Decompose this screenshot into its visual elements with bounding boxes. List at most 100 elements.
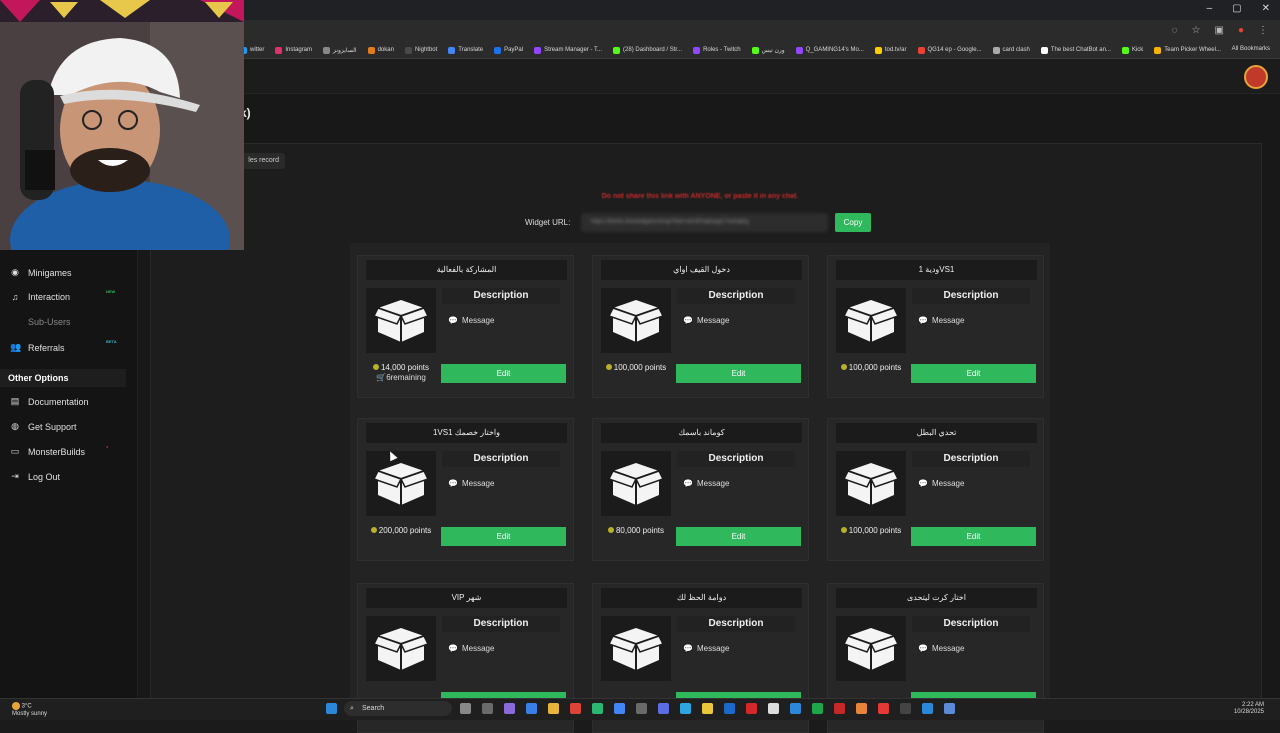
taskbar-app-icon[interactable] <box>504 703 515 714</box>
bookmark-item[interactable]: Team Picker Wheel... <box>1154 46 1221 54</box>
bookmark-item[interactable]: Instagram <box>275 46 312 54</box>
card-title: تحدي البطل <box>836 423 1037 443</box>
card-message: 💬 Message <box>683 644 729 653</box>
sidebar-item-label: Get Support <box>28 421 77 432</box>
tab-record[interactable]: les record <box>237 153 285 169</box>
sidebar-item-label: Referrals <box>28 342 65 353</box>
bookmark-label: السايزونز <box>333 47 357 54</box>
bookmark-favicon-icon <box>917 46 925 54</box>
taskbar-app-icon[interactable] <box>680 703 691 714</box>
bookmark-item[interactable]: PayPal <box>494 46 524 54</box>
bookmark-label: PayPal <box>504 47 524 53</box>
bookmark-item[interactable]: Translate <box>448 46 483 54</box>
bookmark-label: Roles - Twitch <box>703 47 741 53</box>
taskbar-app-icon[interactable] <box>460 703 471 714</box>
widget-url-field[interactable]: https://botrix.live/widgets/shop?bid=xkm… <box>581 213 828 232</box>
taskbar-app-icon[interactable] <box>614 703 625 714</box>
bookmark-item[interactable]: Stream Manager - T... <box>534 46 602 54</box>
coin-icon <box>607 527 614 533</box>
taskbar-app-icon[interactable] <box>900 703 911 714</box>
edit-button[interactable]: Edit <box>911 527 1036 546</box>
taskbar-app-icon[interactable] <box>702 703 713 714</box>
taskbar-app-icon[interactable] <box>812 703 823 714</box>
clock-date: 10/28/2025 <box>1233 709 1264 715</box>
webcam-overlay <box>0 0 244 250</box>
bookmark-item[interactable]: Roles - Twitch <box>693 46 741 54</box>
taskbar-app-icon[interactable] <box>526 703 537 714</box>
taskbar-app-icon[interactable] <box>878 703 889 714</box>
bookmark-item[interactable]: السايزونز <box>323 46 357 54</box>
weather-widget[interactable]: 3°C Mostly sunny <box>12 702 47 718</box>
taskbar-app-icon[interactable] <box>790 703 801 714</box>
edit-button[interactable]: Edit <box>676 364 801 383</box>
card-price-label: 200,000 points <box>378 526 432 535</box>
taskbar-app-icon[interactable] <box>724 703 735 714</box>
bookmark-item[interactable]: The best ChatBot an... <box>1040 46 1111 54</box>
avatar[interactable] <box>1244 65 1268 89</box>
star-icon[interactable]: ☆ <box>1192 25 1201 36</box>
sidebar-item-sub-users[interactable]: Sub-Users <box>10 317 71 327</box>
bookmark-item[interactable]: QG14 ep - Google... <box>917 46 982 54</box>
sidebar-item-documentation[interactable]: ▤ Documentation <box>10 396 89 407</box>
profile-icon[interactable]: ● <box>1238 25 1244 36</box>
bookmark-item[interactable]: card clash <box>992 46 1030 54</box>
all-bookmarks-button[interactable]: All Bookmarks <box>1232 46 1270 52</box>
edit-button[interactable]: Edit <box>441 364 566 383</box>
taskbar-app-icon[interactable] <box>592 703 603 714</box>
card-price-label: 100,000 points <box>848 363 902 372</box>
bookmark-item[interactable]: tod.tv/ar <box>874 46 907 54</box>
card-price-label: 100,000 points <box>848 526 902 535</box>
system-clock[interactable]: 2:22 AM 10/28/2025 <box>1234 702 1264 716</box>
windows-start-icon[interactable] <box>326 703 337 714</box>
chat-bubble-icon: 💬 <box>918 479 928 488</box>
bookmark-item[interactable]: (28) Dashboard / Str... <box>613 46 682 54</box>
eye-off-icon[interactable]: ◌ <box>1172 25 1178 36</box>
bookmark-item[interactable]: Nightbot <box>404 46 437 54</box>
taskbar-app-icon[interactable] <box>944 703 955 714</box>
bookmark-item[interactable]: dokan <box>367 46 394 54</box>
sidebar-item-label: Sub-Users <box>28 317 71 327</box>
taskbar-app-icon[interactable] <box>548 703 559 714</box>
taskbar-app-icon[interactable] <box>482 703 493 714</box>
bookmark-item[interactable]: Kick <box>1121 46 1144 54</box>
sidebar-item-get-support[interactable]: ◍ Get Support <box>10 421 77 432</box>
card-price-label: 80,000 points <box>615 526 665 535</box>
chat-bubble-icon: 💬 <box>683 479 693 488</box>
shop-item-card: ودية 1VS1 Description 💬 Message 100,000 poin… <box>827 255 1044 398</box>
taskbar-app-icon[interactable] <box>834 703 845 714</box>
menu-icon[interactable]: ⋮ <box>1258 25 1268 36</box>
taskbar-search[interactable]: ⌕ Search <box>344 701 452 716</box>
bookmark-label: Kick <box>1131 47 1144 53</box>
bookmark-item[interactable]: ورن تيس <box>751 46 785 54</box>
copy-button[interactable]: Copy <box>835 213 871 232</box>
sidebar-item-minigames[interactable]: ◉ Minigames <box>10 267 71 278</box>
card-price: 100,000 points <box>597 363 675 373</box>
card-title: دخول القيف اواي <box>601 260 802 280</box>
edit-button[interactable]: Edit <box>676 527 801 546</box>
sidebar-item-log-out[interactable]: ⇥ Log Out <box>10 471 60 482</box>
card-message: 💬 Message <box>918 479 964 488</box>
card-title: 1VS1 واختار خصمك <box>366 423 567 443</box>
taskbar-app-icon[interactable] <box>570 703 581 714</box>
maximize-icon[interactable]: ▢ <box>1232 3 1241 14</box>
taskbar-app-icon[interactable] <box>658 703 669 714</box>
edit-button[interactable]: Edit <box>441 527 566 546</box>
extensions-icon[interactable]: ▣ <box>1215 25 1224 36</box>
sidebar-item-interaction[interactable]: ♫ Interaction <box>10 292 70 302</box>
minimize-icon[interactable]: – <box>1207 3 1213 14</box>
taskbar-app-icon[interactable] <box>856 703 867 714</box>
support-icon: ◍ <box>11 421 19 431</box>
close-icon[interactable]: ✕ <box>1262 3 1270 14</box>
taskbar-app-icon[interactable] <box>768 703 779 714</box>
bookmark-item[interactable]: Q_GAMING14's Mo... <box>795 46 864 54</box>
sidebar-item-monsterbuilds[interactable]: ▭ MonsterBuilds <box>10 446 85 457</box>
card-message: 💬 Message <box>448 644 494 653</box>
edit-button[interactable]: Edit <box>911 364 1036 383</box>
taskbar-app-icon[interactable] <box>636 703 647 714</box>
sidebar-item-referrals[interactable]: 👥 Referrals <box>10 342 65 353</box>
coin-icon <box>370 527 377 533</box>
taskbar-app-icon[interactable] <box>922 703 933 714</box>
streamer-webcam-image <box>0 0 244 250</box>
taskbar-app-icon[interactable] <box>746 703 757 714</box>
item-image <box>836 451 906 516</box>
